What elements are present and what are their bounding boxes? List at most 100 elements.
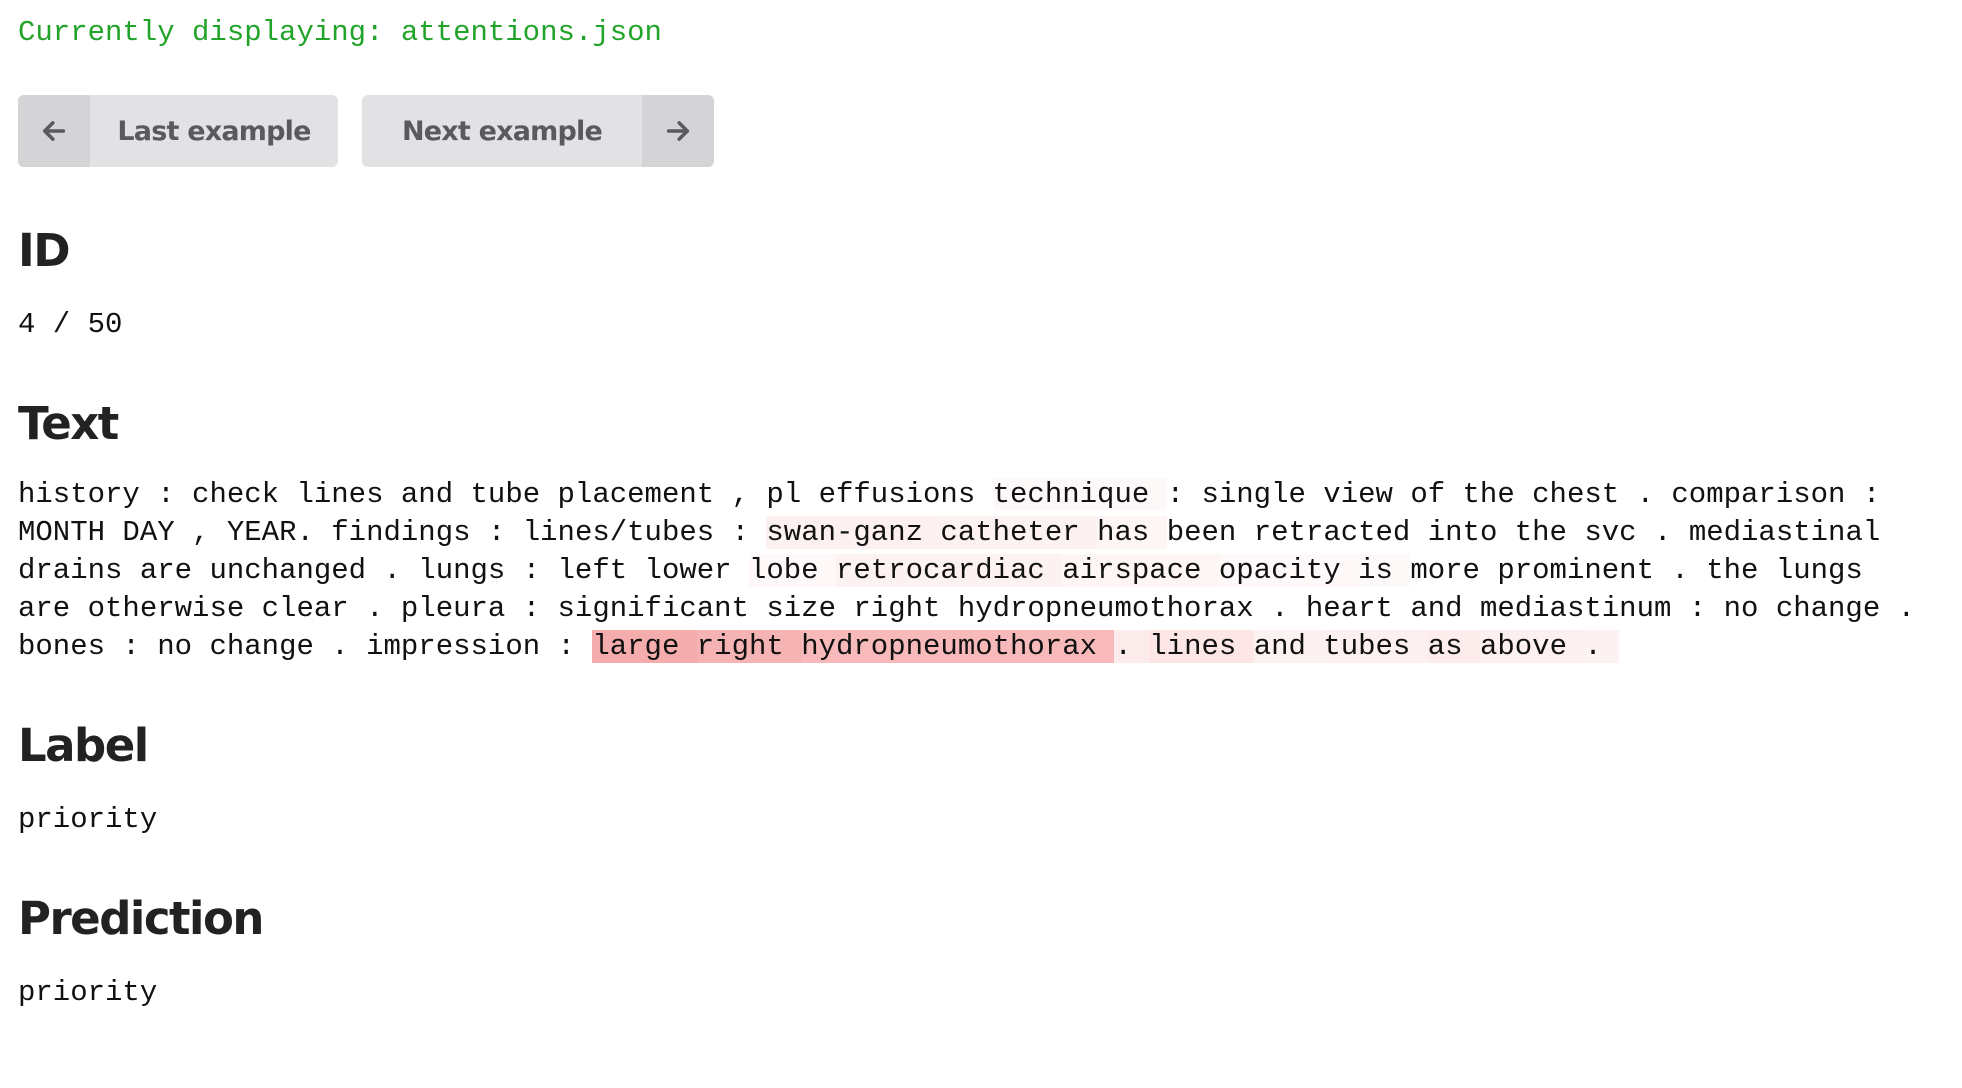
prediction-section: Prediction priority xyxy=(18,891,1944,1012)
text-token: right xyxy=(696,630,802,663)
text-token: lines xyxy=(1149,630,1254,663)
text-token: : xyxy=(1166,478,1202,511)
text-token: : xyxy=(522,592,558,625)
text-token: bones xyxy=(18,630,123,663)
last-example-label: Last example xyxy=(117,115,311,147)
text-token: of xyxy=(1410,478,1463,511)
label-section: Label priority xyxy=(18,718,1944,839)
text-token: history xyxy=(18,478,158,511)
text-token: retracted xyxy=(1253,516,1428,549)
text-token: more xyxy=(1410,554,1498,587)
text-token: . xyxy=(1897,592,1933,625)
text-token: the xyxy=(1462,478,1533,511)
text-token: YEAR. xyxy=(226,516,332,549)
text-token: technique xyxy=(992,478,1167,511)
text-heading: Text xyxy=(18,397,119,450)
current-file-status: Currently displaying: attentions.json xyxy=(18,16,662,49)
text-token: . xyxy=(1636,478,1672,511)
text-token: : xyxy=(522,554,558,587)
text-token: as xyxy=(1427,630,1480,663)
arrow-left-icon xyxy=(18,95,90,167)
text-token: . xyxy=(1671,554,1707,587)
text-token: swan-ganz xyxy=(766,516,941,549)
text-token: : xyxy=(557,630,593,663)
text-token: pleura xyxy=(400,592,523,625)
prediction-value: priority xyxy=(18,976,158,1009)
prediction-heading: Prediction xyxy=(18,892,264,945)
text-token: , xyxy=(192,516,227,549)
label-value: priority xyxy=(18,803,158,836)
text-token: and xyxy=(1253,630,1324,663)
text-token: . xyxy=(1654,516,1689,549)
text-token: no xyxy=(157,630,210,663)
text-token: heart xyxy=(1305,592,1411,625)
text-token: prominent xyxy=(1497,554,1672,587)
text-token: placement xyxy=(557,478,732,511)
text-token: . xyxy=(1584,630,1620,663)
text-token: lines/tubes xyxy=(522,516,732,549)
text-token: into xyxy=(1427,516,1515,549)
text-token: effusions xyxy=(818,478,993,511)
text-token: the xyxy=(1706,554,1776,587)
text-token: : xyxy=(157,478,193,511)
text-section: Text history ​: ​check ​lines ​and ​tube… xyxy=(18,396,1944,666)
text-token: catheter xyxy=(940,516,1098,549)
text-token: lungs xyxy=(418,554,523,587)
text-token: lower xyxy=(644,554,749,587)
text-token: check xyxy=(192,478,297,511)
example-navigation: Last example Next example xyxy=(18,95,1944,167)
text-token: mediastinum xyxy=(1479,592,1689,625)
text-token: retrocardiac xyxy=(835,554,1063,587)
text-token: impression xyxy=(366,630,558,663)
text-token: , xyxy=(731,478,767,511)
example-index: 4 / 50 xyxy=(18,308,123,341)
text-token: comparison xyxy=(1671,478,1863,511)
arrow-right-icon xyxy=(642,95,714,167)
text-token: hydropneumothorax xyxy=(801,630,1115,663)
text-token: . xyxy=(366,592,401,625)
text-token: and xyxy=(1410,592,1480,625)
next-example-button[interactable]: Next example xyxy=(362,95,714,167)
text-token: been xyxy=(1166,516,1254,549)
text-token: . xyxy=(1114,630,1150,663)
page: Currently displaying: attentions.json La… xyxy=(18,14,1944,1012)
text-token: pl xyxy=(766,478,819,511)
text-token: no xyxy=(1723,592,1776,625)
text-token: hydropneumothorax xyxy=(957,592,1272,625)
text-token: view xyxy=(1323,478,1411,511)
text-token: change xyxy=(1775,592,1898,625)
text-token: is xyxy=(1358,554,1411,587)
text-token: large xyxy=(592,630,697,663)
text-token: : xyxy=(731,516,767,549)
text-token: : xyxy=(487,516,523,549)
text-token: : xyxy=(122,630,158,663)
text-token: : xyxy=(1862,478,1898,511)
text-token: . xyxy=(383,554,419,587)
id-heading: ID xyxy=(18,224,71,277)
text-token: change xyxy=(209,630,332,663)
text-token: : xyxy=(1688,592,1724,625)
text-token: lungs xyxy=(1775,554,1881,587)
text-token: otherwise xyxy=(87,592,262,625)
text-token: . xyxy=(331,630,367,663)
text-token: . xyxy=(1271,592,1306,625)
text-token: chest xyxy=(1532,478,1637,511)
text-token: DAY xyxy=(122,516,193,549)
text-token: svc xyxy=(1584,516,1654,549)
text-token: lines xyxy=(296,478,401,511)
text-token: mediastinal xyxy=(1688,516,1898,549)
text-token: above xyxy=(1479,630,1585,663)
text-token: the xyxy=(1514,516,1585,549)
text-token: tube xyxy=(470,478,558,511)
text-token: size xyxy=(766,592,854,625)
label-heading: Label xyxy=(18,719,149,772)
last-example-button[interactable]: Last example xyxy=(18,95,338,167)
text-token: unchanged xyxy=(209,554,384,587)
attention-text: history ​: ​check ​lines ​and ​tube ​pla… xyxy=(18,476,1944,666)
text-token: are xyxy=(18,592,88,625)
text-token: left xyxy=(557,554,645,587)
text-token: single xyxy=(1201,478,1324,511)
text-token: clear xyxy=(261,592,367,625)
text-token: significant xyxy=(557,592,767,625)
text-token: MONTH xyxy=(18,516,123,549)
